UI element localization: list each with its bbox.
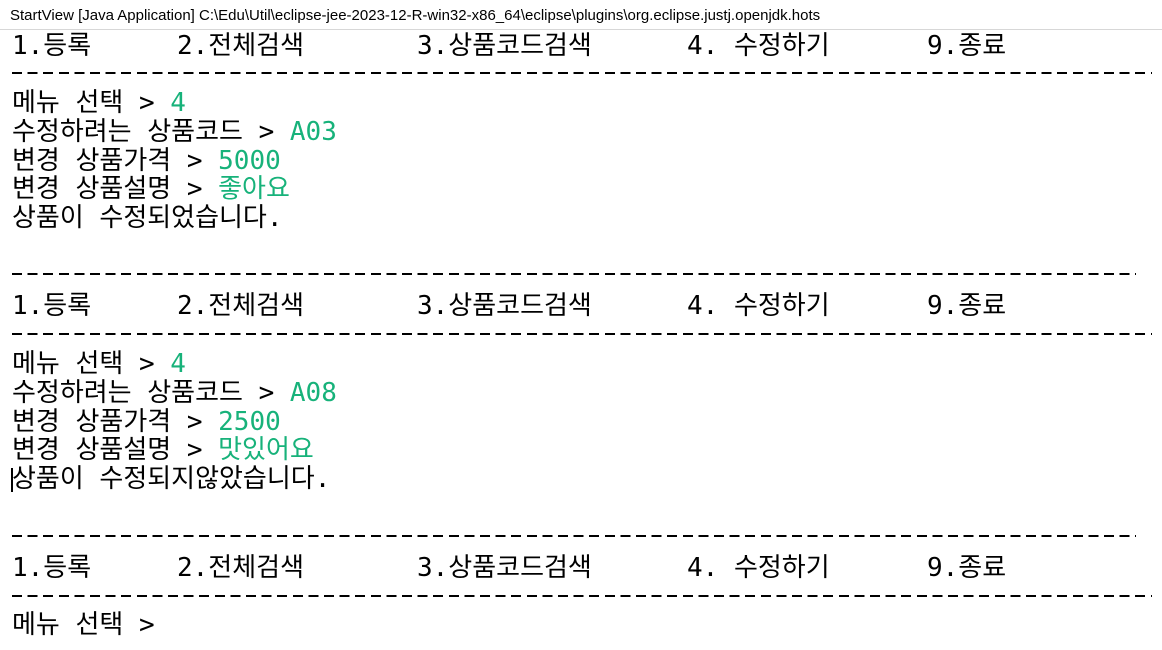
product-code-prompt: 수정하려는 상품코드 >: [12, 117, 290, 147]
product-price-input: 5000: [218, 146, 281, 176]
console-title: StartView [Java Application] C:\Edu\Util…: [0, 0, 1162, 30]
product-code-line: 수정하려는 상품코드 > A08: [12, 378, 337, 408]
separator-line: [12, 333, 1152, 335]
menu-line: 1.등록 2.전체검색 3.상품코드검색 4. 수정하기 9.종료: [12, 291, 1006, 321]
menu-option-edit: 4. 수정하기: [687, 31, 830, 61]
menu-option-register: 1.등록: [12, 291, 92, 321]
menu-select-prompt: 메뉴 선택 >: [12, 610, 171, 640]
menu-option-register: 1.등록: [12, 31, 92, 61]
menu-line: 1.등록 2.전체검색 3.상품코드검색 4. 수정하기 9.종료: [12, 31, 1006, 61]
menu-option-search-code: 3.상품코드검색: [417, 291, 592, 321]
console-output[interactable]: 1.등록 2.전체검색 3.상품코드검색 4. 수정하기 9.종료 메뉴 선택 …: [0, 31, 1162, 650]
menu-select-line[interactable]: 메뉴 선택 >: [12, 610, 170, 640]
separator-line: [12, 595, 1152, 597]
menu-option-exit: 9.종료: [927, 31, 1007, 61]
separator-line: [12, 273, 1136, 275]
menu-option-register: 1.등록: [12, 553, 92, 583]
product-desc-line: 변경 상품설명 > 맛있어요: [12, 435, 314, 465]
product-code-input: A08: [289, 378, 337, 408]
menu-option-search-code: 3.상품코드검색: [417, 553, 592, 583]
separator-line: [12, 72, 1152, 74]
menu-select-prompt: 메뉴 선택 >: [12, 349, 171, 379]
menu-option-edit: 4. 수정하기: [687, 553, 830, 583]
text-cursor: [11, 468, 13, 492]
product-code-line: 수정하려는 상품코드 > A03: [12, 117, 337, 147]
menu-option-exit: 9.종료: [927, 553, 1007, 583]
menu-select-line: 메뉴 선택 > 4: [12, 88, 186, 118]
menu-option-search-code: 3.상품코드검색: [417, 31, 592, 61]
menu-select-input: 4: [170, 349, 186, 379]
product-price-line: 변경 상품가격 > 5000: [12, 146, 281, 176]
product-desc-input: 좋아요: [218, 174, 290, 204]
menu-option-search-all: 2.전체검색: [177, 291, 304, 321]
product-price-prompt: 변경 상품가격 >: [12, 407, 219, 437]
menu-option-search-all: 2.전체검색: [177, 31, 304, 61]
product-code-input: A03: [289, 117, 337, 147]
separator-line: [12, 535, 1136, 537]
result-message: 상품이 수정되었습니다.: [12, 203, 283, 233]
product-desc-prompt: 변경 상품설명 >: [12, 435, 219, 465]
menu-select-line: 메뉴 선택 > 4: [12, 349, 186, 379]
menu-line: 1.등록 2.전체검색 3.상품코드검색 4. 수정하기 9.종료: [12, 553, 1006, 583]
menu-select-prompt: 메뉴 선택 >: [12, 88, 171, 118]
menu-option-search-all: 2.전체검색: [177, 553, 304, 583]
product-price-prompt: 변경 상품가격 >: [12, 146, 219, 176]
product-desc-input: 맛있어요: [218, 435, 314, 465]
product-price-input: 2500: [218, 407, 281, 437]
result-message: 상품이 수정되지않았습니다.: [12, 464, 331, 494]
menu-option-edit: 4. 수정하기: [687, 291, 830, 321]
product-price-line: 변경 상품가격 > 2500: [12, 407, 281, 437]
product-code-prompt: 수정하려는 상품코드 >: [12, 378, 290, 408]
product-desc-line: 변경 상품설명 > 좋아요: [12, 174, 290, 204]
menu-option-exit: 9.종료: [927, 291, 1007, 321]
menu-select-input: 4: [170, 88, 186, 118]
product-desc-prompt: 변경 상품설명 >: [12, 174, 219, 204]
